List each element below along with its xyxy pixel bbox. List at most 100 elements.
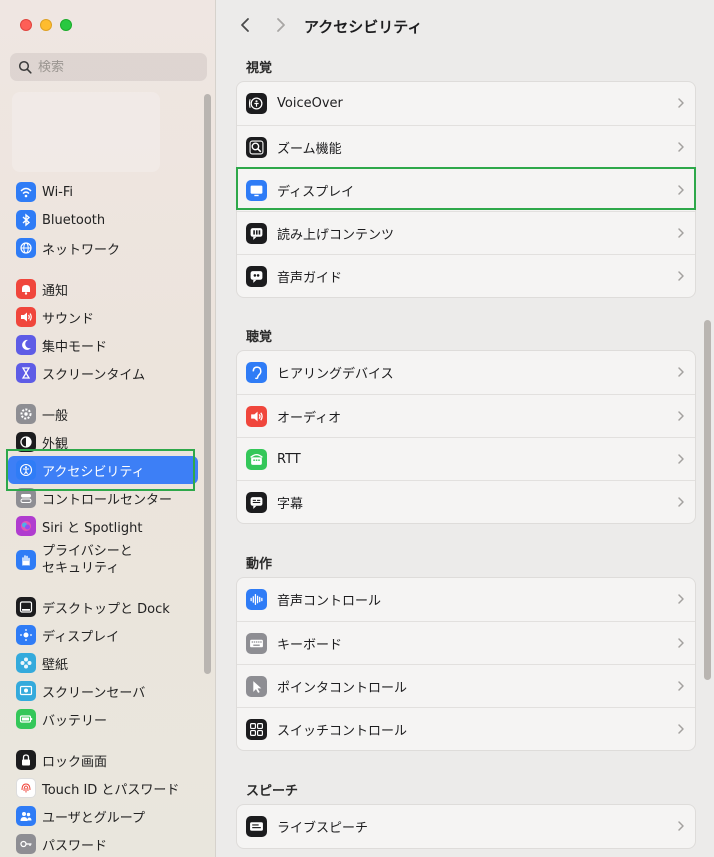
apple-account-area[interactable]	[12, 92, 160, 172]
settings-row-pointer[interactable]: ポインタコントロール	[237, 664, 695, 707]
sidebar-item-label: デスクトップと Dock	[42, 601, 170, 617]
forward-button[interactable]	[270, 14, 292, 36]
settings-row-icon	[246, 93, 267, 114]
settings-row-icon	[246, 718, 267, 740]
sidebar-item-siri[interactable]: Siri と Spotlight	[8, 512, 198, 540]
sidebar-group: デスクトップと Dock ディスプレイ 壁紙スクリーンセーバ バッテリー	[8, 593, 198, 733]
chevron-right-icon	[678, 821, 684, 831]
settings-row-icon	[246, 405, 267, 427]
sidebar-item-fingerprint[interactable]: Touch ID とパスワード	[8, 774, 198, 802]
sidebar-item-bell[interactable]: 通知	[8, 275, 198, 303]
sidebar-item-gear[interactable]: 一般	[8, 400, 198, 428]
display-icon	[250, 185, 263, 196]
sidebar-item-icon	[16, 834, 36, 854]
main-scrollbar-thumb[interactable]	[704, 320, 711, 680]
battery-icon	[19, 715, 33, 723]
sidebar-item-label: ディスプレイ	[42, 629, 120, 645]
sidebar-item-key[interactable]: パスワード	[8, 830, 198, 857]
sidebar-item-label: 外観	[42, 436, 69, 452]
sidebar-item-appearance[interactable]: 外観	[8, 428, 198, 456]
settings-row-icon	[246, 362, 267, 383]
chevron-right-icon	[678, 142, 684, 152]
sidebar-item-hourglass[interactable]: スクリーンタイム	[8, 359, 198, 387]
toggles-icon	[20, 494, 32, 503]
sidebar-item-label: ネットワーク	[42, 242, 121, 258]
sidebar-scrollbar-thumb[interactable]	[204, 94, 211, 674]
sidebar-item-icon	[16, 516, 36, 536]
sidebar-item-moon[interactable]: 集中モード	[8, 331, 198, 359]
settings-row-label: ヒアリングデバイス	[277, 367, 394, 382]
settings-row-label: 字幕	[277, 496, 304, 512]
search-input[interactable]	[38, 59, 188, 75]
sidebar-item-wifi[interactable]: Wi-Fi	[8, 178, 198, 206]
sidebar-item-dock[interactable]: デスクトップと Dock	[8, 593, 198, 621]
sidebar-item-bluetooth[interactable]: Bluetooth	[8, 206, 198, 234]
sidebar-item-speaker[interactable]: サウンド	[8, 303, 198, 331]
sidebar-item-sun[interactable]: ディスプレイ	[8, 621, 198, 649]
sidebar-item-icon	[16, 210, 36, 230]
settings-row-icon	[246, 222, 267, 244]
sidebar-item-label: バッテリー	[42, 713, 108, 729]
settings-row-caption[interactable]: 字幕	[237, 480, 695, 523]
settings-row-icon	[246, 632, 267, 654]
toolbar: アクセシビリティ	[216, 0, 714, 50]
sidebar-item-icon	[16, 404, 36, 424]
search-icon	[18, 60, 32, 74]
back-button[interactable]	[234, 14, 256, 36]
minimize-window-button[interactable]	[40, 19, 52, 31]
chevron-right-icon	[678, 497, 684, 507]
settings-row-waveform[interactable]: 音声コントロール	[237, 578, 695, 621]
hourglass-icon	[21, 367, 31, 379]
search-field[interactable]	[10, 53, 207, 81]
sidebar-item-icon	[16, 806, 36, 826]
settings-row-speech-bubble[interactable]: 読み上げコンテンツ	[237, 211, 695, 254]
settings-row-icon	[246, 675, 267, 697]
sidebar-item-toggles[interactable]: コントロールセンター	[8, 484, 198, 512]
settings-row-quote-bubble[interactable]: 音声ガイド	[237, 254, 695, 297]
settings-row-rtt[interactable]: RTT	[237, 437, 695, 480]
settings-row-switch-grid[interactable]: スイッチコントロール	[237, 707, 695, 750]
sidebar-item-label: アクセシビリティ	[42, 464, 145, 480]
sidebar-item-icon	[16, 307, 36, 327]
sidebar-item-globe[interactable]: ネットワーク	[8, 234, 198, 262]
settings-row-label: ズーム機能	[277, 141, 342, 157]
settings-row-voiceover[interactable]: VoiceOver	[237, 82, 695, 125]
settings-row-keyboard[interactable]: キーボード	[237, 621, 695, 664]
sidebar-item-label: 壁紙	[42, 657, 69, 673]
waveform-icon	[250, 594, 263, 605]
settings-row-live-speech[interactable]: ライブスピーチ	[237, 805, 695, 848]
switch-grid-icon	[250, 722, 263, 736]
settings-row-speaker[interactable]: オーディオ	[237, 394, 695, 437]
sidebar-item-hand[interactable]: プライバシーと セキュリティ	[8, 540, 198, 580]
hand-icon	[22, 555, 30, 566]
bluetooth-icon	[22, 213, 31, 227]
sidebar-item-lock[interactable]: ロック画面	[8, 746, 198, 774]
sidebar-item-screensaver[interactable]: スクリーンセーバ	[8, 677, 198, 705]
quote-bubble-icon	[250, 270, 263, 283]
sidebar-item-icon	[16, 625, 36, 645]
sidebar-item-accessibility[interactable]: アクセシビリティ	[8, 456, 198, 484]
sidebar-group: 通知 サウンド 集中モード スクリーンタイム	[8, 275, 198, 387]
chevron-right-icon	[678, 98, 684, 108]
chevron-right-icon	[678, 724, 684, 734]
chevron-right-icon	[678, 411, 684, 421]
dock-icon	[19, 601, 33, 613]
settings-group: ライブスピーチ	[236, 804, 696, 849]
settings-row-ear[interactable]: ヒアリングデバイス	[237, 351, 695, 394]
sidebar-item-users[interactable]: ユーザとグループ	[8, 802, 198, 830]
sidebar-item-icon	[16, 750, 36, 770]
sidebar-item-icon	[16, 653, 36, 673]
chevron-right-icon	[678, 681, 684, 691]
settings-row-icon	[246, 265, 267, 287]
zoom-window-button[interactable]	[60, 19, 72, 31]
settings-row-display[interactable]: ディスプレイ	[237, 168, 695, 211]
speaker-icon	[21, 312, 32, 322]
sidebar-item-battery[interactable]: バッテリー	[8, 705, 198, 733]
sidebar-item-label: スクリーンセーバ	[42, 685, 146, 701]
sun-icon	[20, 629, 32, 641]
settings-row-label: スイッチコントロール	[277, 723, 408, 739]
sidebar-item-flower[interactable]: 壁紙	[8, 649, 198, 677]
settings-row-zoom[interactable]: ズーム機能	[237, 125, 695, 168]
close-window-button[interactable]	[20, 19, 32, 31]
sidebar-group: 一般外観アクセシビリティコントロールセンター Siri と Spotlight プラ…	[8, 400, 198, 580]
